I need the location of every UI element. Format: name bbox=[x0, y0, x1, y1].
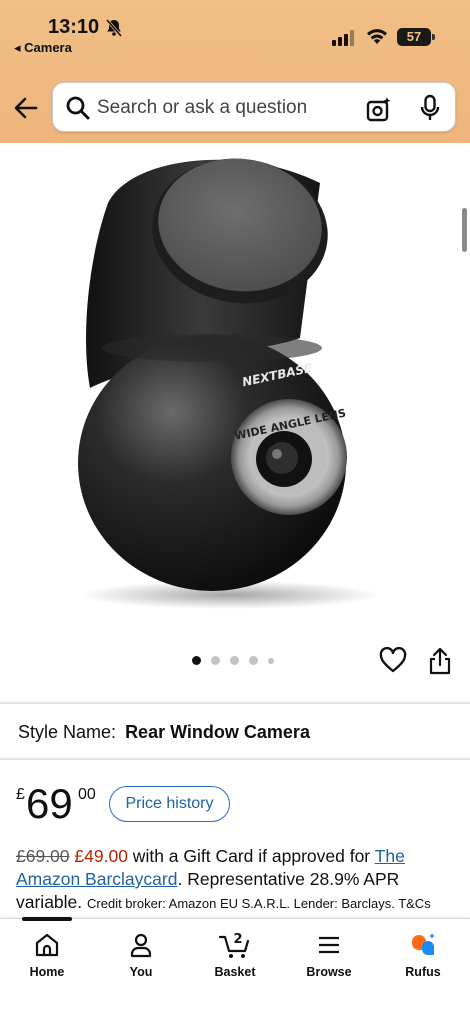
old-price: £69.00 bbox=[16, 846, 70, 866]
cart-icon: 2 bbox=[218, 932, 250, 958]
basket-count-badge: 2 bbox=[233, 932, 242, 947]
nav-label: Rufus bbox=[405, 965, 441, 979]
nav-label: Browse bbox=[306, 965, 352, 979]
style-value: Rear Window Camera bbox=[125, 722, 310, 742]
pagination-dot[interactable] bbox=[268, 657, 274, 664]
back-to-camera-link[interactable]: ◂ Camera bbox=[14, 40, 72, 56]
camera-search-icon[interactable] bbox=[365, 95, 393, 123]
battery-indicator: 57 bbox=[397, 28, 435, 46]
offer-text: with a Gift Card if approved for bbox=[127, 846, 375, 866]
heart-icon[interactable] bbox=[379, 647, 407, 675]
bell-muted-icon bbox=[105, 19, 123, 37]
nav-label: Basket bbox=[214, 965, 256, 979]
price-fraction: 00 bbox=[78, 786, 96, 803]
style-selector[interactable]: Style Name: Rear Window Camera bbox=[18, 722, 310, 743]
pagination-dot[interactable] bbox=[192, 656, 201, 665]
section-divider bbox=[0, 702, 470, 704]
section-divider bbox=[0, 758, 470, 760]
menu-icon bbox=[319, 936, 339, 954]
search-input[interactable]: Search or ask a question bbox=[52, 82, 456, 132]
app-header: 13:10 ◂ Camera 57 Search or ask a questi… bbox=[0, 0, 470, 143]
credit-broker-note: Credit broker: Amazon EU S.A.R.L. Lender… bbox=[87, 896, 431, 911]
style-label: Style Name: bbox=[18, 722, 117, 742]
wifi-icon bbox=[367, 29, 387, 44]
offer-price: £49.00 bbox=[74, 846, 128, 866]
product-image[interactable]: WIDE ANGLE LENS NEXTBASE bbox=[0, 143, 470, 633]
search-placeholder: Search or ask a question bbox=[97, 97, 308, 118]
back-arrow-icon[interactable] bbox=[12, 94, 40, 122]
share-icon[interactable] bbox=[428, 647, 452, 675]
price-whole: 69 bbox=[26, 780, 73, 827]
pagination-dot[interactable] bbox=[211, 656, 220, 665]
bottom-navigation: Home You 2 Basket Browse Rufus bbox=[0, 917, 470, 1024]
nav-basket[interactable]: 2 Basket bbox=[195, 931, 275, 979]
active-tab-indicator bbox=[22, 917, 72, 921]
scroll-indicator bbox=[462, 208, 467, 252]
signal-icon bbox=[332, 30, 354, 46]
search-icon bbox=[66, 96, 90, 120]
price-currency: £ bbox=[16, 786, 25, 803]
nav-label: You bbox=[129, 965, 153, 979]
credit-card-offer: £69.00 £49.00 with a Gift Card if approv… bbox=[16, 845, 456, 915]
image-pagination-dots[interactable] bbox=[192, 656, 274, 665]
nav-home[interactable]: Home bbox=[7, 931, 87, 979]
pagination-dot[interactable] bbox=[230, 656, 239, 665]
nav-you[interactable]: You bbox=[101, 931, 181, 979]
person-icon bbox=[130, 933, 152, 958]
pagination-dot[interactable] bbox=[249, 656, 258, 665]
rufus-icon bbox=[412, 933, 435, 955]
microphone-icon[interactable] bbox=[419, 94, 441, 122]
status-time: 13:10 bbox=[48, 16, 100, 38]
nav-label: Home bbox=[29, 965, 65, 979]
home-icon bbox=[35, 933, 59, 957]
nav-rufus[interactable]: Rufus bbox=[383, 931, 463, 979]
price-history-button[interactable]: Price history bbox=[109, 786, 230, 822]
nav-browse[interactable]: Browse bbox=[289, 931, 369, 979]
